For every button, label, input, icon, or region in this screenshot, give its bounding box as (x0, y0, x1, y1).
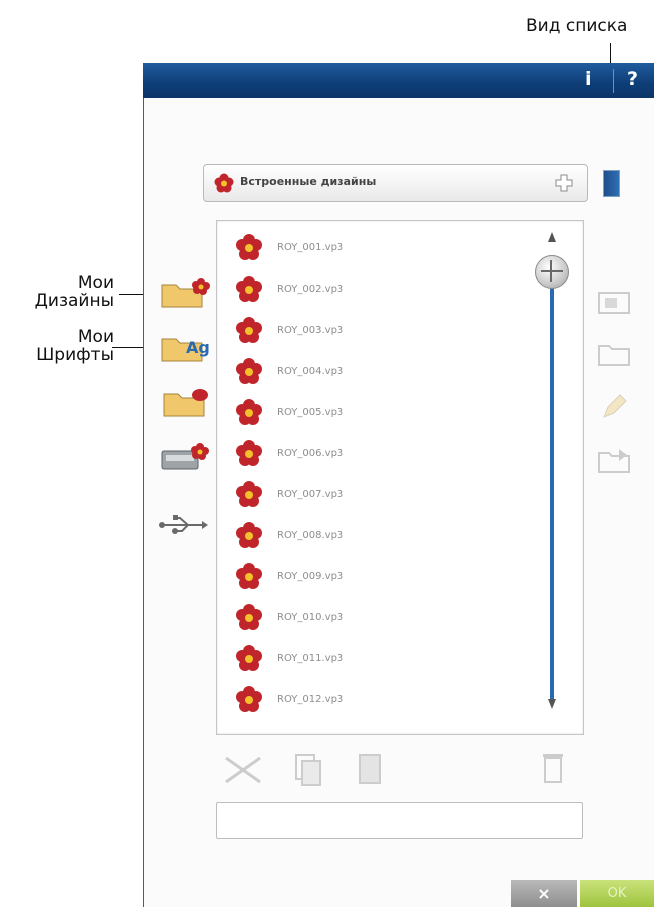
my-designs-callout-line2: Дизайны (34, 291, 114, 311)
help-icon[interactable]: ? (627, 68, 638, 90)
personal-files-folder-icon[interactable] (162, 386, 210, 418)
selector-label: Встроенные дизайны (240, 175, 377, 188)
expand-plus-icon[interactable] (554, 173, 574, 193)
copy-icon[interactable] (293, 752, 323, 788)
ok-button[interactable]: OK (580, 880, 654, 907)
flower-design-icon (236, 399, 262, 425)
top-bar: i ? (143, 63, 654, 98)
file-name: ROY_002.vp3 (277, 284, 344, 295)
file-path-field[interactable] (216, 802, 583, 839)
rename-pencil-icon[interactable] (600, 393, 628, 421)
flower-design-icon (236, 522, 262, 548)
new-folder-icon[interactable] (597, 340, 631, 368)
file-name: ROY_010.vp3 (277, 612, 344, 623)
cancel-button[interactable]: × (511, 880, 577, 907)
list-view-callout: Вид списка (526, 17, 627, 36)
list-view-callout-text: Вид списка (526, 16, 628, 36)
file-name: ROY_011.vp3 (277, 653, 344, 664)
my-fonts-callout-line2: Шрифты (36, 345, 114, 365)
flower-design-icon (236, 604, 262, 630)
flower-design-icon (236, 276, 262, 302)
topbar-divider (613, 69, 614, 93)
flower-design-icon (236, 645, 262, 671)
paste-icon[interactable] (357, 752, 383, 788)
file-name: ROY_009.vp3 (277, 571, 344, 582)
right-view-icon[interactable] (597, 290, 631, 316)
file-name: ROY_004.vp3 (277, 366, 344, 377)
flower-design-icon (236, 358, 262, 384)
flower-design-icon (236, 440, 262, 466)
delete-trash-icon[interactable] (542, 752, 564, 784)
scroll-down-arrow[interactable] (548, 699, 556, 709)
file-name: ROY_012.vp3 (277, 694, 344, 705)
scroll-up-arrow[interactable] (548, 232, 556, 242)
flower-design-icon (236, 317, 262, 343)
scroll-track[interactable] (550, 256, 554, 701)
design-source-selector[interactable]: Встроенные дизайны (203, 164, 588, 202)
flower-design-icon (236, 563, 262, 589)
file-name: ROY_007.vp3 (277, 489, 344, 500)
scroll-thumb-grip (541, 270, 563, 272)
my-designs-folder-icon[interactable] (160, 277, 210, 309)
flower-design-icon (236, 234, 262, 260)
move-folder-icon[interactable] (597, 445, 633, 475)
file-name: ROY_003.vp3 (277, 325, 344, 336)
usb-icon[interactable] (158, 513, 208, 537)
flower-icon (214, 173, 234, 193)
file-name: ROY_005.vp3 (277, 407, 344, 418)
scroll-thumb[interactable] (535, 255, 569, 289)
my-fonts-folder-icon[interactable]: Ag (160, 331, 210, 363)
cut-icon[interactable] (222, 752, 264, 788)
file-name: ROY_001.vp3 (277, 242, 344, 253)
flower-design-icon (236, 481, 262, 507)
svg-text:Ag: Ag (186, 338, 210, 357)
machine-memory-icon[interactable] (160, 441, 210, 473)
info-icon[interactable]: i (585, 68, 592, 90)
file-list[interactable]: ROY_001.vp3 ROY_002.vp3 ROY_003.vp3 ROY_… (216, 220, 584, 735)
file-name: ROY_008.vp3 (277, 530, 344, 541)
flower-design-icon (236, 686, 262, 712)
file-name: ROY_006.vp3 (277, 448, 344, 459)
list-view-button[interactable] (603, 170, 620, 197)
